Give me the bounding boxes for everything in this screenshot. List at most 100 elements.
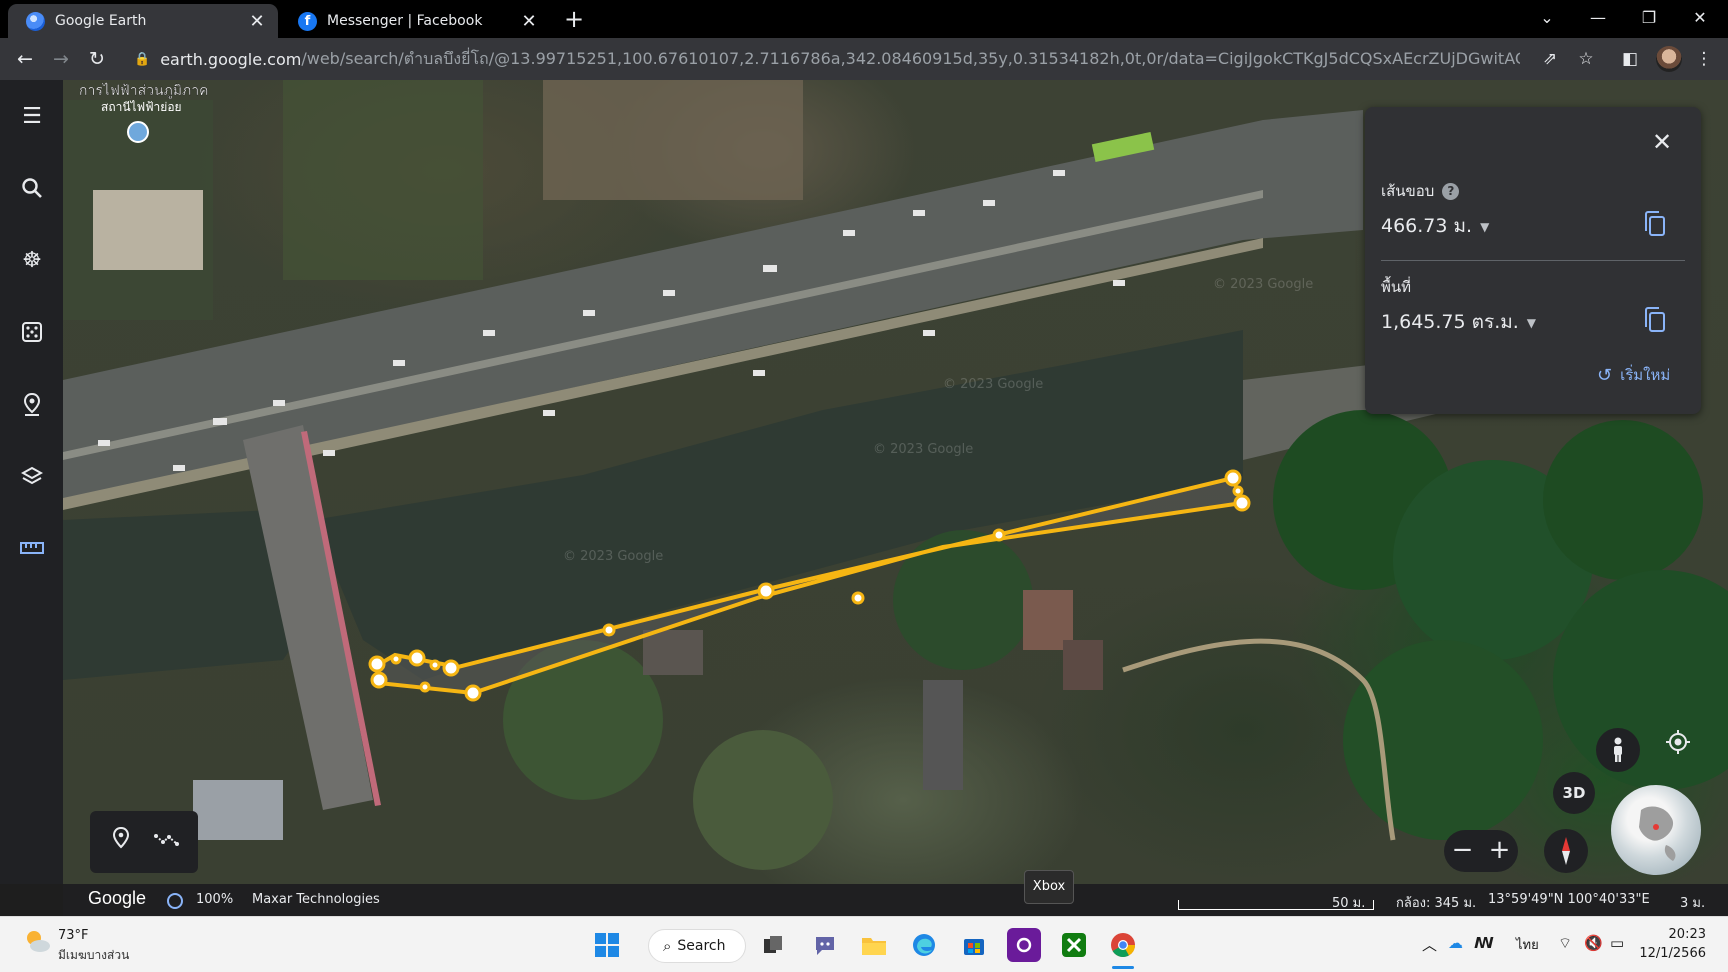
place-label-line2: สถานีไฟฟ้าย่อย — [101, 100, 182, 114]
load-percent: 100% — [196, 892, 234, 907]
measure-midpoint[interactable] — [602, 623, 616, 637]
measure-midpoint[interactable] — [992, 528, 1006, 542]
ms-store-icon[interactable] — [957, 928, 991, 962]
loading-ring-icon — [167, 893, 183, 909]
close-icon[interactable]: ✕ — [1645, 125, 1679, 159]
ground-elevation: 3 ม. — [1680, 896, 1706, 911]
address-bar[interactable]: 🔒 earth.google.com /web/search/ตำบลบึงยี… — [120, 42, 1520, 76]
unit-dropdown-icon[interactable]: ▼ — [1527, 316, 1536, 330]
measure-ruler-icon[interactable] — [14, 530, 50, 566]
close-icon[interactable]: ✕ — [518, 11, 540, 32]
close-icon[interactable]: ✕ — [246, 11, 268, 32]
measure-vertex[interactable] — [464, 684, 482, 702]
voyager-wheel-icon[interactable]: ☸ — [14, 242, 50, 278]
toggle-3d-button[interactable]: 3D — [1553, 772, 1595, 814]
maximize-icon[interactable]: ❐ — [1626, 0, 1672, 36]
zoom-in-button[interactable]: + — [1481, 830, 1518, 872]
feeling-lucky-dice-icon[interactable] — [14, 314, 50, 350]
compass-icon[interactable] — [1544, 829, 1588, 873]
measure-vertex[interactable] — [757, 582, 775, 600]
draw-path-icon[interactable] — [152, 827, 182, 857]
measure-midpoint[interactable] — [1232, 485, 1244, 497]
taskbar-search-label: Search — [677, 938, 726, 954]
search-icon[interactable] — [14, 170, 50, 206]
measure-midpoint[interactable] — [390, 653, 402, 665]
unit-dropdown-icon[interactable]: ▼ — [1480, 220, 1489, 234]
map-style-layers-icon[interactable] — [14, 458, 50, 494]
forward-icon[interactable]: → — [48, 46, 74, 72]
teams-chat-icon[interactable] — [808, 928, 842, 962]
window-close-icon[interactable]: ✕ — [1677, 0, 1723, 36]
measure-vertex[interactable] — [370, 671, 388, 689]
tray-chevron-up-icon[interactable]: ︿ — [1422, 934, 1437, 955]
url-host: earth.google.com — [160, 49, 302, 69]
back-icon[interactable]: ← — [12, 46, 38, 72]
area-label: พื้นที่ — [1381, 278, 1412, 296]
weather-desc[interactable]: มีเมฆบางส่วน — [58, 946, 129, 965]
taskbar-search[interactable]: ⌕ Search — [648, 929, 746, 963]
zoom-out-button[interactable]: − — [1444, 830, 1481, 872]
perimeter-value[interactable]: 466.73 ม. ▼ — [1381, 211, 1489, 241]
clock-time[interactable]: 20:23 — [1646, 927, 1706, 942]
menu-kebab-icon[interactable]: ⋮ — [1692, 47, 1716, 71]
projects-pin-icon[interactable] — [14, 386, 50, 422]
share-icon[interactable]: ⇗ — [1538, 47, 1562, 71]
area-value[interactable]: 1,645.75 ตร.ม. ▼ — [1381, 307, 1536, 337]
weather-temp[interactable]: 73°F — [58, 928, 89, 943]
start-windows-icon[interactable] — [590, 928, 624, 962]
xbox-icon[interactable] — [1057, 928, 1091, 962]
clock-date[interactable]: 12/1/2566 — [1634, 946, 1706, 961]
file-explorer-icon[interactable] — [857, 928, 891, 962]
restart-icon: ↺ — [1597, 364, 1613, 386]
overview-globe-map[interactable] — [1611, 785, 1701, 875]
google-earth-icon — [26, 11, 45, 31]
bookmark-star-icon[interactable]: ☆ — [1574, 47, 1598, 71]
url-path: /web/search/ตำบลบึงยี่โถ/@13.99715251,10… — [301, 48, 1520, 68]
imagery-attribution[interactable]: Maxar Technologies — [252, 892, 380, 907]
measure-vertex[interactable] — [408, 649, 426, 667]
draw-tools-palette — [90, 811, 198, 873]
measure-vertex[interactable] — [368, 655, 386, 673]
measure-midpoint[interactable] — [851, 591, 865, 605]
profile-avatar[interactable] — [1656, 46, 1682, 72]
tab-google-earth[interactable]: Google Earth ✕ — [8, 4, 278, 38]
minimize-icon[interactable]: — — [1575, 0, 1621, 36]
task-view-icon[interactable] — [756, 928, 790, 962]
menu-icon[interactable]: ☰ — [14, 98, 50, 134]
reset-button[interactable]: ↺ เริ่มใหม่ — [1597, 362, 1670, 388]
add-placemark-icon[interactable] — [106, 826, 136, 857]
app-icon-purple[interactable] — [1007, 928, 1041, 962]
measure-vertex[interactable] — [1233, 494, 1251, 512]
measure-midpoint[interactable] — [419, 681, 431, 693]
side-panel-icon[interactable]: ◧ — [1618, 47, 1642, 71]
wifi-icon[interactable]: ⌔ — [1558, 934, 1572, 953]
new-tab-button[interactable]: + — [560, 6, 588, 34]
tray-app-icon[interactable]: ꟿ — [1474, 934, 1494, 952]
onedrive-cloud-icon[interactable]: ☁ — [1448, 934, 1463, 952]
reload-icon[interactable]: ↻ — [84, 46, 110, 72]
my-location-icon[interactable] — [1656, 720, 1700, 764]
copy-icon[interactable] — [1642, 306, 1668, 334]
facebook-icon: f — [298, 11, 317, 31]
watermark: © 2023 Google — [1213, 277, 1313, 292]
help-icon[interactable]: ? — [1442, 183, 1460, 200]
watermark: © 2023 Google — [943, 377, 1043, 392]
google-logo: Google — [88, 888, 147, 908]
perimeter-value-text: 466.73 ม. — [1381, 215, 1473, 237]
tab-messenger[interactable]: f Messenger | Facebook ✕ — [280, 4, 550, 38]
street-view-pegman-icon[interactable] — [1596, 728, 1640, 772]
tab-search-icon[interactable]: ⌄ — [1524, 0, 1570, 36]
battery-icon[interactable]: ▭ — [1610, 934, 1624, 952]
measure-vertex[interactable] — [1224, 469, 1242, 487]
edge-browser-icon[interactable] — [907, 928, 941, 962]
measure-midpoint[interactable] — [429, 659, 441, 671]
area-value-text: 1,645.75 ตร.ม. — [1381, 311, 1519, 333]
copy-icon[interactable] — [1642, 210, 1668, 238]
divider — [1381, 260, 1685, 261]
weather-partly-cloudy-icon[interactable] — [22, 926, 52, 956]
input-language[interactable]: ไทย — [1516, 934, 1539, 955]
chrome-icon[interactable] — [1106, 928, 1140, 962]
speaker-muted-icon[interactable]: 🔇 — [1584, 934, 1603, 952]
place-marker-icon[interactable] — [127, 121, 149, 143]
measure-vertex[interactable] — [442, 659, 460, 677]
